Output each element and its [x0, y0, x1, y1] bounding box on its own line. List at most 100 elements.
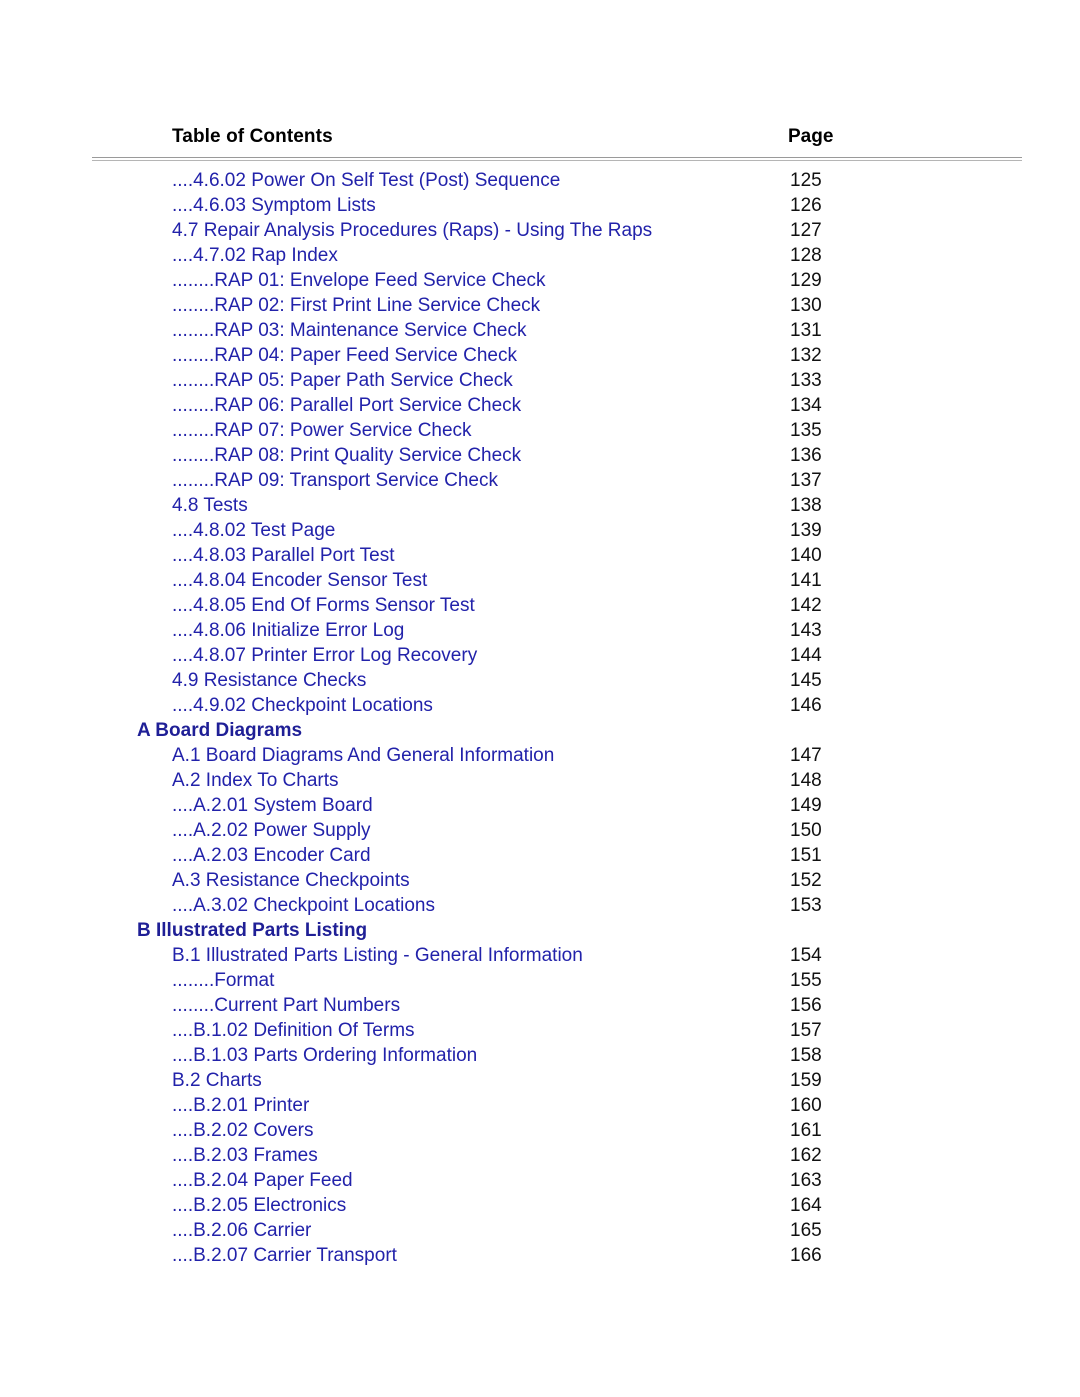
toc-entry[interactable]: ....B.1.02 Definition Of Terms 157 — [0, 1018, 1080, 1043]
toc-entry-label: B.1 Illustrated Parts Listing - General … — [172, 945, 583, 966]
toc-entry-page-number: 146 — [790, 695, 822, 716]
toc-entry-page-number: 141 — [790, 570, 822, 591]
toc-entry[interactable]: ....B.2.04 Paper Feed 163 — [0, 1168, 1080, 1193]
toc-entry-label: ....4.6.02 Power On Self Test (Post) Seq… — [172, 170, 561, 191]
toc-entry-page-number: 129 — [790, 270, 822, 291]
toc-entry[interactable]: ....4.7.02 Rap Index 128 — [0, 243, 1080, 268]
toc-entry-label: ....B.2.03 Frames — [172, 1145, 318, 1166]
toc-entry[interactable]: ....4.8.07 Printer Error Log Recovery 144 — [0, 643, 1080, 668]
toc-entry-label: A.1 Board Diagrams And General Informati… — [172, 745, 555, 766]
toc-entry-page-number: 127 — [790, 220, 822, 241]
toc-entry-label: A Board Diagrams — [137, 720, 303, 741]
toc-entry[interactable]: ........RAP 06: Parallel Port Service Ch… — [0, 393, 1080, 418]
toc-entry[interactable]: ....4.8.05 End Of Forms Sensor Test 142 — [0, 593, 1080, 618]
toc-entry-label: ....B.1.03 Parts Ordering Information — [172, 1045, 478, 1066]
toc-entry[interactable]: ........Format 155 — [0, 968, 1080, 993]
toc-entry-label: ........RAP 03: Maintenance Service Chec… — [172, 320, 527, 341]
toc-entry-label: A.2 Index To Charts — [172, 770, 339, 791]
toc-entry-page-number: 132 — [790, 345, 822, 366]
toc-entry[interactable]: A.2 Index To Charts 148 — [0, 768, 1080, 793]
toc-entry[interactable]: A.1 Board Diagrams And General Informati… — [0, 743, 1080, 768]
toc-entry-page-number: 142 — [790, 595, 822, 616]
toc-entry[interactable]: ........RAP 03: Maintenance Service Chec… — [0, 318, 1080, 343]
toc-entry-page-number: 140 — [790, 545, 822, 566]
toc-entry-page-number: 165 — [790, 1220, 822, 1241]
toc-entry[interactable]: B.1 Illustrated Parts Listing - General … — [0, 943, 1080, 968]
toc-entry-label: B Illustrated Parts Listing — [137, 920, 368, 941]
toc-entry[interactable]: ........RAP 07: Power Service Check 135 — [0, 418, 1080, 443]
toc-entry-page-number: 125 — [790, 170, 822, 191]
page-column-header: Page — [788, 126, 834, 147]
toc-entry[interactable]: ....4.9.02 Checkpoint Locations 146 — [0, 693, 1080, 718]
toc-entry[interactable]: ....4.8.02 Test Page 139 — [0, 518, 1080, 543]
toc-entry[interactable]: ........RAP 01: Envelope Feed Service Ch… — [0, 268, 1080, 293]
divider-line-top — [92, 157, 1022, 158]
toc-entry-label: ....B.2.05 Electronics — [172, 1195, 347, 1216]
toc-entry-label: ........RAP 01: Envelope Feed Service Ch… — [172, 270, 546, 291]
toc-entry-page-number: 156 — [790, 995, 822, 1016]
toc-entry-label: ....4.8.03 Parallel Port Test — [172, 545, 395, 566]
toc-entry[interactable]: ....A.3.02 Checkpoint Locations 153 — [0, 893, 1080, 918]
toc-entry[interactable]: ........Current Part Numbers 156 — [0, 993, 1080, 1018]
toc-entry[interactable]: ....B.2.07 Carrier Transport 166 — [0, 1243, 1080, 1268]
toc-entry[interactable]: ....B.2.06 Carrier 165 — [0, 1218, 1080, 1243]
toc-entry-label: 4.8 Tests — [172, 495, 248, 516]
toc-entry-label: ....4.8.04 Encoder Sensor Test — [172, 570, 428, 591]
toc-entry-label: ........RAP 07: Power Service Check — [172, 420, 472, 441]
toc-entry-label: 4.7 Repair Analysis Procedures (Raps) - … — [172, 220, 653, 241]
toc-entry[interactable]: ....A.2.02 Power Supply 150 — [0, 818, 1080, 843]
toc-entry[interactable]: A.3 Resistance Checkpoints 152 — [0, 868, 1080, 893]
toc-entry[interactable]: ....B.1.03 Parts Ordering Information 158 — [0, 1043, 1080, 1068]
toc-entry[interactable]: ....4.6.03 Symptom Lists 126 — [0, 193, 1080, 218]
toc-entry-page-number: 157 — [790, 1020, 822, 1041]
toc-entry[interactable]: ....A.2.01 System Board 149 — [0, 793, 1080, 818]
toc-entry[interactable]: ....4.6.02 Power On Self Test (Post) Seq… — [0, 168, 1080, 193]
toc-entry-page-number: 147 — [790, 745, 822, 766]
toc-entry-page-number: 135 — [790, 420, 822, 441]
toc-entry-page-number: 151 — [790, 845, 822, 866]
toc-entry-page-number: 131 — [790, 320, 822, 341]
toc-entry-label: ........RAP 04: Paper Feed Service Check — [172, 345, 517, 366]
toc-entry-label: ........RAP 05: Paper Path Service Check — [172, 370, 513, 391]
toc-entry-label: ....4.8.06 Initialize Error Log — [172, 620, 405, 641]
toc-entry[interactable]: ........RAP 05: Paper Path Service Check… — [0, 368, 1080, 393]
toc-entry[interactable]: ........RAP 08: Print Quality Service Ch… — [0, 443, 1080, 468]
toc-entry-page-number: 128 — [790, 245, 822, 266]
toc-entry-page-number: 134 — [790, 395, 822, 416]
toc-section-heading[interactable]: A Board Diagrams — [0, 718, 1080, 743]
toc-entry-page-number: 166 — [790, 1245, 822, 1266]
toc-entry-label: ........Format — [172, 970, 275, 991]
toc-entry-label: ....4.8.05 End Of Forms Sensor Test — [172, 595, 475, 616]
toc-entry-label: ....4.9.02 Checkpoint Locations — [172, 695, 433, 716]
toc-entry[interactable]: ....B.2.03 Frames 162 — [0, 1143, 1080, 1168]
toc-entry[interactable]: ....B.2.01 Printer 160 — [0, 1093, 1080, 1118]
toc-entry-page-number: 153 — [790, 895, 822, 916]
toc-entry-label: ....B.2.07 Carrier Transport — [172, 1245, 397, 1266]
toc-entry[interactable]: ....B.2.02 Covers 161 — [0, 1118, 1080, 1143]
toc-entry-label: 4.9 Resistance Checks — [172, 670, 367, 691]
toc-entry[interactable]: 4.8 Tests 138 — [0, 493, 1080, 518]
toc-entry[interactable]: ....B.2.05 Electronics 164 — [0, 1193, 1080, 1218]
toc-entry[interactable]: ....4.8.03 Parallel Port Test 140 — [0, 543, 1080, 568]
toc-entry-label: ........RAP 02: First Print Line Service… — [172, 295, 541, 316]
toc-entry-page-number: 126 — [790, 195, 822, 216]
toc-entry-label: ....B.2.01 Printer — [172, 1095, 310, 1116]
toc-entry-page-number: 138 — [790, 495, 822, 516]
toc-entry-page-number: 159 — [790, 1070, 822, 1091]
toc-section-heading[interactable]: B Illustrated Parts Listing — [0, 918, 1080, 943]
toc-entry[interactable]: 4.7 Repair Analysis Procedures (Raps) - … — [0, 218, 1080, 243]
toc-entry-label: ....B.2.06 Carrier — [172, 1220, 312, 1241]
toc-entry-label: ........RAP 08: Print Quality Service Ch… — [172, 445, 522, 466]
toc-entry[interactable]: ........RAP 02: First Print Line Service… — [0, 293, 1080, 318]
toc-entry[interactable]: ....A.2.03 Encoder Card 151 — [0, 843, 1080, 868]
toc-entry[interactable]: ....4.8.04 Encoder Sensor Test 141 — [0, 568, 1080, 593]
toc-entry[interactable]: ....4.8.06 Initialize Error Log 143 — [0, 618, 1080, 643]
toc-entry-list: ....4.6.02 Power On Self Test (Post) Seq… — [0, 168, 1080, 1268]
toc-entry[interactable]: ........RAP 04: Paper Feed Service Check… — [0, 343, 1080, 368]
toc-entry-label: ........RAP 09: Transport Service Check — [172, 470, 498, 491]
toc-entry[interactable]: 4.9 Resistance Checks 145 — [0, 668, 1080, 693]
toc-entry[interactable]: ........RAP 09: Transport Service Check 1… — [0, 468, 1080, 493]
toc-entry[interactable]: B.2 Charts 159 — [0, 1068, 1080, 1093]
toc-entry-page-number: 133 — [790, 370, 822, 391]
toc-entry-label: ....A.2.01 System Board — [172, 795, 373, 816]
